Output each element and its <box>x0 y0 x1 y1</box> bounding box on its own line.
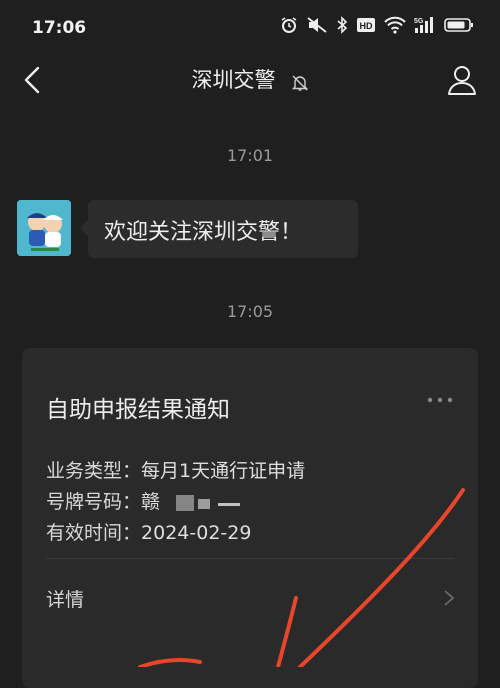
notification-card[interactable]: 自助申报结果通知 业务类型：每月1天通行证申请 号牌号码：赣 有效时间：2024… <box>22 348 478 688</box>
police-mascot-icon <box>17 200 71 256</box>
row-value: 每月1天通行证申请 <box>141 460 306 482</box>
signal-5g-icon: 5G <box>414 17 433 33</box>
profile-button[interactable] <box>446 62 478 98</box>
battery-icon <box>444 18 473 32</box>
details-link[interactable]: 详情 <box>46 585 84 612</box>
card-title: 自助申报结果通知 <box>46 397 230 423</box>
nav-bar: 深圳交警 <box>0 56 500 104</box>
alarm-icon <box>281 17 297 33</box>
timestamp: 17:05 <box>226 302 274 321</box>
row-value: 2024-02-29 <box>141 522 252 544</box>
chevron-right-icon[interactable] <box>442 588 456 608</box>
message-bubble[interactable]: 欢迎关注深圳交警！ <box>80 200 358 258</box>
svg-text:5G: 5G <box>414 18 424 25</box>
mute-icon <box>307 17 327 33</box>
row-label: 有效时间： <box>46 522 142 544</box>
row-value: 赣 <box>141 491 161 513</box>
divider <box>46 558 454 559</box>
hd-icon: HD <box>357 18 375 32</box>
status-icons: HD 5G <box>280 16 474 34</box>
notifications-muted-icon <box>291 75 308 91</box>
avatar[interactable] <box>17 200 71 256</box>
row-label: 号牌号码： <box>46 491 142 513</box>
timestamp: 17:01 <box>226 146 274 165</box>
nav-title: 深圳交警 <box>191 68 276 92</box>
redacted-plate <box>176 493 246 513</box>
row-label: 业务类型： <box>46 460 142 482</box>
plate-number-row: 号牌号码：赣 <box>46 487 246 514</box>
nav-title-wrap: 深圳交警 <box>0 64 500 94</box>
status-time: 17:06 <box>32 18 87 38</box>
wifi-icon <box>384 16 406 34</box>
status-bar: 17:06 HD 5G <box>0 0 500 56</box>
business-type-row: 业务类型：每月1天通行证申请 <box>46 456 305 483</box>
bluetooth-icon <box>337 16 348 34</box>
message-text: 欢迎关注深圳交警！ <box>104 220 303 245</box>
valid-time-row: 有效时间：2024-02-29 <box>46 518 251 545</box>
more-icon[interactable] <box>426 390 454 410</box>
svg-text:HD: HD <box>360 21 373 31</box>
